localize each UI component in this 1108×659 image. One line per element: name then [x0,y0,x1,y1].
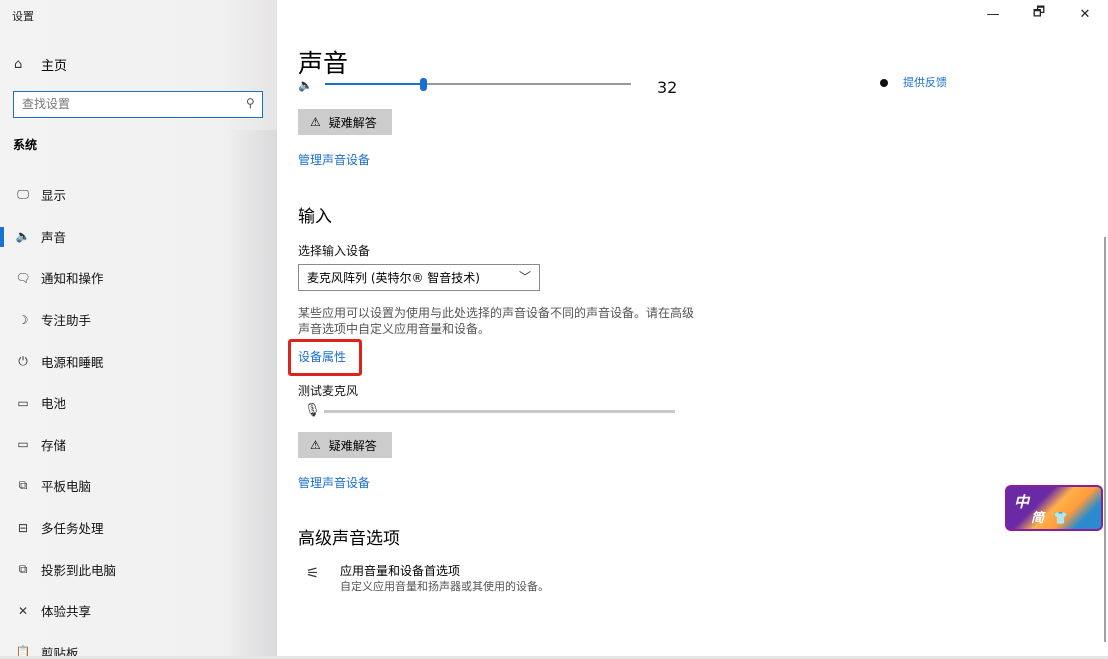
output-manage-devices-link[interactable]: 管理声音设备 [298,151,370,168]
message-icon: 🗨 [15,270,31,285]
sidebar-item-power-sleep[interactable]: ⏻ 电源和睡眠 [0,340,277,382]
input-device-dropdown[interactable]: 麦克风阵列 (英特尔® 智音技术) ﹀ [298,264,540,291]
search-icon[interactable]: ⚲ [246,96,255,110]
sidebar-item-multitasking[interactable]: ⊟ 多任务处理 [0,507,277,549]
ime-variant-label: 简 [1031,511,1045,526]
sidebar-item-label: 电池 [41,396,67,412]
volume-track[interactable] [325,78,631,91]
sidebar-item-label: 存储 [41,437,67,453]
input-description: 某些应用可以设置为使用与此处选择的声音设备不同的声音设备。请在高级声音选项中自定… [298,306,695,336]
sidebar-nav: 🖵 显示 🔈 声音 🗨 通知和操作 ☽ 专注助手 ⏻ 电源和睡眠 ▭ 电池 ▭ … [0,174,277,659]
button-label: 疑难解答 [328,115,377,130]
sidebar-item-label: 平板电脑 [41,479,92,495]
sidebar-item-focus-assist[interactable]: ☽ 专注助手 [0,299,277,341]
power-icon: ⏻ [18,353,28,368]
input-device-label: 选择输入设备 [298,244,371,258]
mixer-icon: ⚟ [306,564,320,582]
sidebar-item-label: 体验共享 [41,604,92,620]
share-icon: ✕ [17,603,29,618]
input-troubleshoot-button[interactable]: ⚠ 疑难解答 [298,432,392,458]
sidebar-item-label: 电源和睡眠 [41,354,104,370]
tablet-icon: ⧉ [18,478,28,493]
app-title: 设置 [12,10,34,23]
sidebar-item-label: 通知和操作 [41,271,104,287]
sidebar-item-display[interactable]: 🖵 显示 [0,174,277,216]
sidebar-item-label: 专注助手 [41,313,92,329]
speaker-icon: 🔈 [15,229,31,244]
app-volume-subtitle: 自定义应用音量和扬声器或其使用的设备。 [340,580,549,593]
volume-value: 32 [657,78,678,97]
sidebar-item-label: 声音 [41,229,67,245]
sidebar: 设置 ⌂ 主页 ⚲ 系统 🖵 显示 🔈 声音 🗨 通知和操作 ☽ 专注助手 ⏻ … [0,0,277,659]
sidebar-item-battery[interactable]: ▭ 电池 [0,382,277,424]
warning-icon: ⚠ [310,438,321,452]
app-volume-preferences[interactable]: ⚟ 应用音量和设备首选项 自定义应用音量和扬声器或其使用的设备。 [306,562,706,596]
button-label: 疑难解答 [328,438,377,453]
output-troubleshoot-button[interactable]: ⚠ 疑难解答 [298,109,392,135]
mic-level-meter: 🎙 [304,403,684,421]
sidebar-item-label: 显示 [41,188,67,204]
search-box: ⚲ [13,91,263,118]
microphone-icon: 🎙 [304,403,321,418]
advanced-heading: 高级声音选项 [298,529,400,549]
home-icon: ⌂ [14,56,23,72]
sidebar-item-label: 主页 [41,58,68,74]
monitor-icon: 🖵 [17,187,29,202]
sidebar-item-label: 多任务处理 [41,521,104,537]
sidebar-item-shared-experiences[interactable]: ✕ 体验共享 [0,590,277,632]
chevron-down-icon: ﹀ [518,270,531,284]
input-heading: 输入 [298,207,332,227]
ime-mode-label: 中 [1014,493,1030,511]
volume-fill [325,83,423,85]
sidebar-item-storage[interactable]: ▭ 存储 [0,424,277,466]
warning-icon: ⚠ [310,115,321,129]
battery-icon: ▭ [17,395,29,410]
page-title: 声音 [298,49,349,78]
search-input[interactable] [14,92,229,116]
main-content: 声音 🔈 32 提供反馈 ⚠ 疑难解答 管理声音设备 输入 选择输入设备 麦克风阵… [277,0,1108,659]
app-volume-title: 应用音量和设备首选项 [340,564,461,578]
highlight-box [288,339,362,376]
section-heading: 系统 [13,138,38,152]
feedback-label: 提供反馈 [903,76,947,88]
projector-icon: ⧉ [18,561,28,576]
speaker-icon[interactable]: 🔈 [298,78,313,92]
master-volume-slider[interactable]: 🔈 [298,78,718,94]
sidebar-item-label: 投影到此电脑 [41,562,117,578]
sidebar-item-home[interactable]: ⌂ 主页 [14,54,67,74]
feedback-icon [880,79,888,87]
sidebar-item-projecting[interactable]: ⧉ 投影到此电脑 [0,548,277,590]
moon-icon: ☽ [17,312,29,327]
feedback-link[interactable]: 提供反馈 [880,74,947,88]
sidebar-item-sound[interactable]: 🔈 声音 [0,216,277,258]
mic-level-track [324,410,675,413]
scrollbar[interactable] [1104,237,1106,642]
sidebar-item-notifications[interactable]: 🗨 通知和操作 [0,257,277,299]
multitasking-icon: ⊟ [17,520,29,535]
storage-icon: ▭ [17,437,29,452]
sidebar-item-clipboard[interactable]: 📋 剪贴板 [0,632,277,659]
ime-status-badge[interactable]: 中 简 👕 [1005,485,1103,531]
skin-icon: 👕 [1053,511,1068,525]
selected-device: 麦克风阵列 (英特尔® 智音技术) [307,271,480,285]
test-mic-label: 测试麦克风 [298,384,359,398]
sidebar-item-tablet[interactable]: ⧉ 平板电脑 [0,465,277,507]
input-manage-devices-link[interactable]: 管理声音设备 [298,474,370,491]
volume-thumb[interactable] [420,78,427,91]
